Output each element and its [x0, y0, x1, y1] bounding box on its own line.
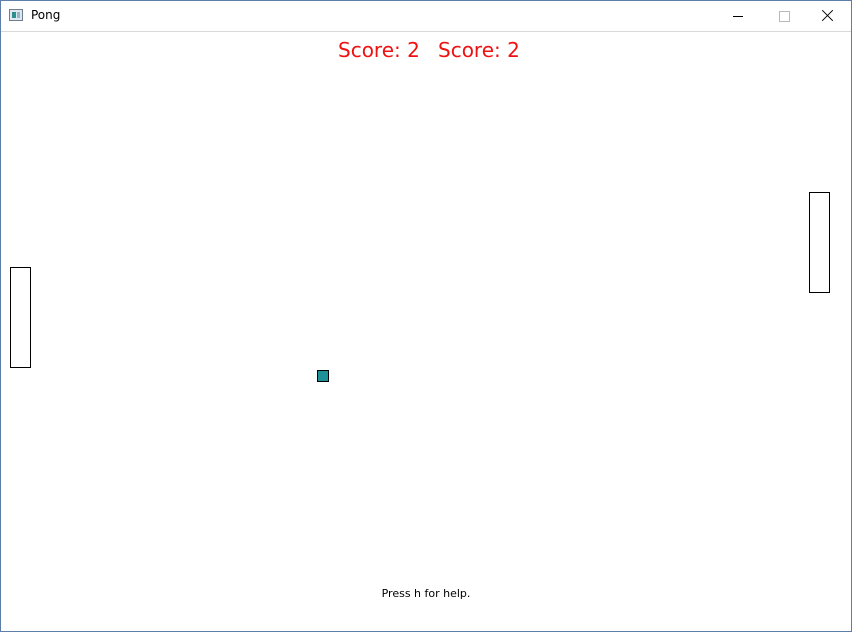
ball [317, 370, 329, 382]
close-button[interactable] [805, 1, 851, 31]
maximize-button[interactable] [761, 1, 807, 31]
score-left: Score: 2 [338, 38, 420, 62]
window-title: Pong [31, 8, 61, 22]
title-bar[interactable]: Pong [1, 1, 851, 32]
game-canvas[interactable]: Score: 2 Score: 2 Press h for help. [1, 32, 851, 631]
pong-window: Pong Score: 2 Score: 2 Press h for help. [0, 0, 852, 632]
right-paddle [809, 192, 830, 293]
maximize-icon [779, 11, 790, 22]
app-icon [9, 9, 23, 21]
help-hint: Press h for help. [381, 587, 471, 600]
minimize-button[interactable] [715, 1, 761, 31]
left-paddle [10, 267, 31, 368]
minimize-icon [733, 16, 743, 17]
score-right: Score: 2 [438, 38, 520, 62]
close-icon [822, 9, 834, 21]
